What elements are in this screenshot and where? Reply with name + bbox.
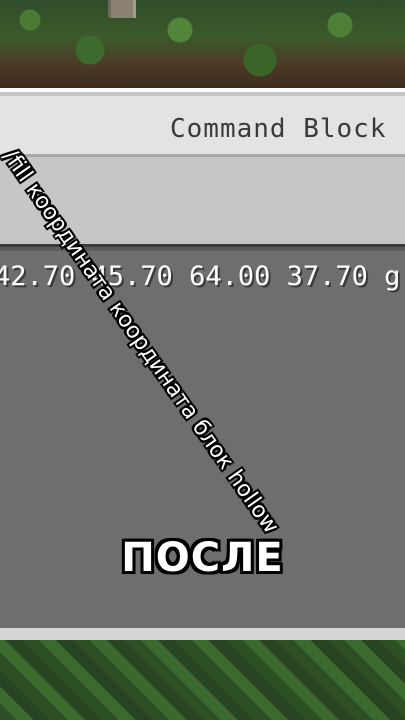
dialog-title: Command Block [170,114,387,144]
dialog-title-bar: Command Block [0,96,405,157]
after-label: ПОСЛЕ [121,535,284,581]
terrain-background-top [0,0,405,92]
command-input-field[interactable]: 42.70 45.70 64.00 37.70 g [0,244,405,691]
command-text: 42.70 45.70 64.00 37.70 g [0,261,401,292]
tree-trunk [108,0,136,18]
game-screen: Command Block 42.70 45.70 64.00 37.70 g … [0,0,405,720]
terrain-background-bottom [0,640,405,720]
